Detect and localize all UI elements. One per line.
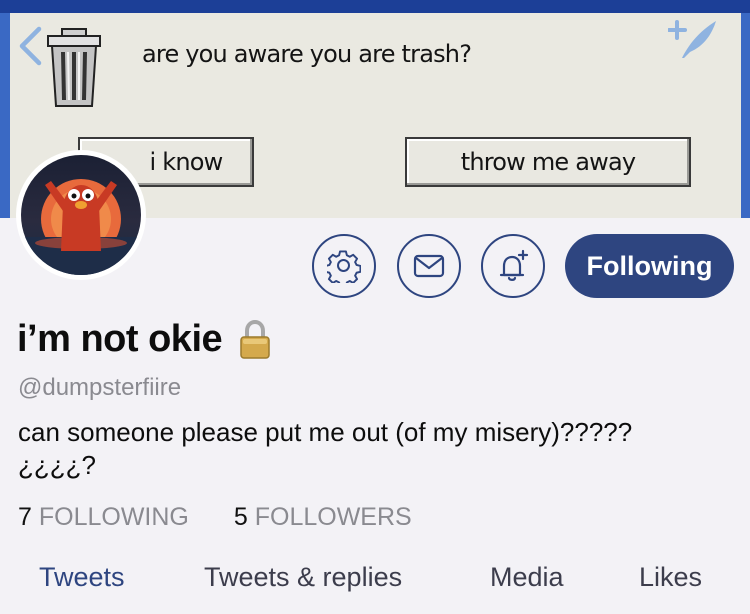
tab-likes[interactable]: Likes (639, 562, 702, 593)
following-button[interactable]: Following (565, 234, 734, 298)
profile-stats: 7 FOLLOWING 5 FOLLOWERS (18, 503, 457, 532)
bio-line: can someone please put me out (of my mis… (18, 417, 633, 447)
following-count: 7 (18, 503, 32, 531)
compose-icon[interactable] (668, 18, 720, 62)
settings-icon (327, 250, 361, 283)
tab-media[interactable]: Media (490, 562, 564, 593)
banner-frame-right (741, 13, 750, 218)
tab-tweets[interactable]: Tweets (39, 562, 125, 593)
display-name: i’m not okie (17, 318, 223, 360)
following-label: FOLLOWING (38, 503, 189, 531)
notification-add-icon (499, 249, 529, 281)
followers-stat[interactable]: 5 FOLLOWERS (234, 503, 412, 532)
user-handle: @dumpsterfiire (18, 374, 182, 401)
message-button[interactable] (397, 234, 461, 298)
followers-label: FOLLOWERS (254, 503, 412, 531)
profile-bio: can someone please put me out (of my mis… (18, 416, 738, 482)
lock-icon (240, 319, 270, 359)
tab-tweets-and-replies[interactable]: Tweets & replies (204, 562, 402, 593)
followers-count: 5 (233, 503, 248, 531)
profile-tabs: Tweets Tweets & replies Media Likes (0, 562, 750, 602)
dialog-message: are you aware you are trash? (142, 40, 472, 68)
profile-avatar[interactable] (16, 150, 146, 280)
mail-icon (413, 254, 445, 278)
dialog-button-throw-me-away: throw me away (405, 137, 691, 187)
banner-frame-left (0, 13, 10, 218)
avatar-image (21, 155, 141, 275)
settings-button[interactable] (312, 234, 376, 298)
following-stat[interactable]: 7 FOLLOWING (18, 503, 189, 532)
banner-titlebar (0, 0, 750, 13)
back-icon[interactable] (17, 26, 43, 66)
trash-icon (47, 28, 101, 107)
notifications-button[interactable] (481, 234, 545, 298)
bio-line: ¿¿¿¿? (18, 450, 96, 480)
display-name-row: i’m not okie (17, 318, 272, 361)
